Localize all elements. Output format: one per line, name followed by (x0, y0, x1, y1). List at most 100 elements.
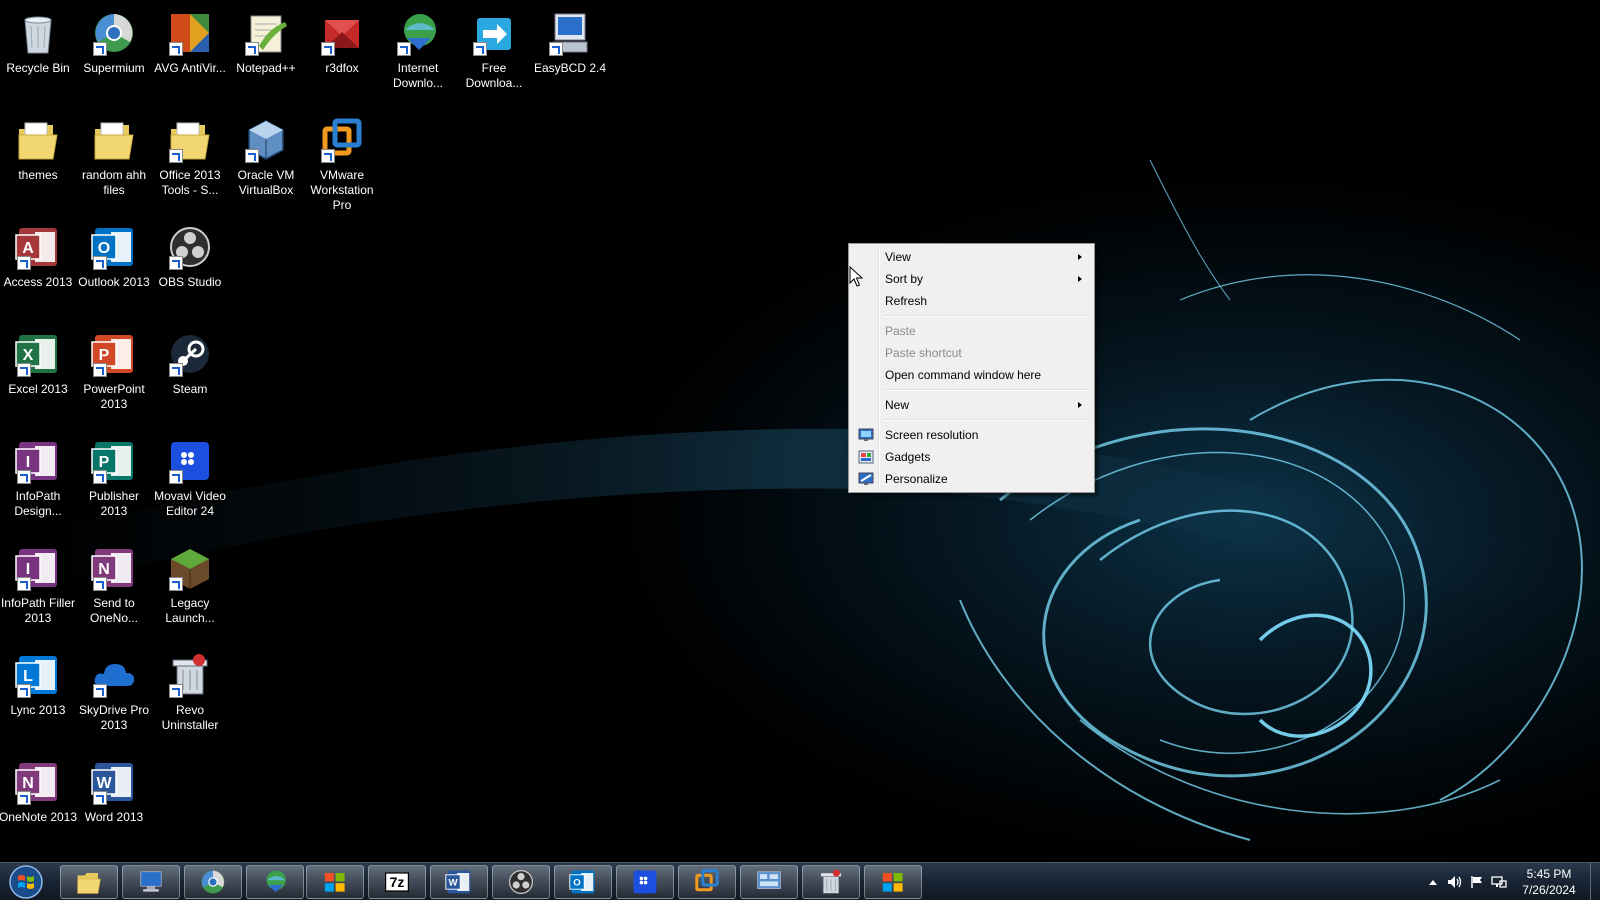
desktop-shortcut[interactable]: W Word 2013 (77, 757, 151, 825)
shortcut-arrow-icon (17, 577, 31, 591)
menu-item-paste[interactable]: Paste (851, 320, 1092, 342)
system-tray: 5:45 PM 7/26/2024 (1422, 863, 1588, 900)
shortcut-arrow-icon (17, 470, 31, 484)
desktop-shortcut[interactable]: Office 2013 Tools - S... (153, 115, 227, 198)
infopath-icon: I (13, 436, 63, 486)
computer-icon (136, 867, 166, 897)
desktop-shortcut[interactable]: VMware Workstation Pro (305, 115, 379, 213)
menu-item-personalize[interactable]: Personalize (851, 468, 1092, 490)
action-center-flag-icon[interactable] (1466, 871, 1488, 893)
desktop-shortcut[interactable]: L Lync 2013 (1, 650, 75, 718)
desktop-shortcut[interactable]: AVG AntiVir... (153, 8, 227, 76)
desktop-shortcut[interactable]: I InfoPath Design... (1, 436, 75, 519)
taskbar-button[interactable] (306, 865, 364, 899)
taskbar-clock[interactable]: 5:45 PM 7/26/2024 (1510, 866, 1588, 898)
start-button[interactable] (4, 864, 48, 900)
desktop-shortcut[interactable]: O Outlook 2013 (77, 222, 151, 290)
taskbar-button[interactable] (864, 865, 922, 899)
desktop-shortcut-label: SkyDrive Pro 2013 (78, 703, 149, 732)
taskbar-button[interactable] (184, 865, 242, 899)
send-to-onenote-icon: N (89, 543, 139, 593)
desktop-shortcut-label: Recycle Bin (6, 61, 70, 75)
menu-item-sort-by[interactable]: Sort by (851, 268, 1092, 290)
excel-icon: X (13, 329, 63, 379)
svg-text:I: I (26, 561, 30, 578)
desktop-shortcut-label: themes (18, 168, 58, 182)
shortcut-arrow-icon (93, 577, 107, 591)
desktop-shortcut-label: Steam (172, 382, 208, 396)
desktop-shortcut[interactable]: Free Downloa... (457, 8, 531, 91)
file-explorer-icon (74, 867, 104, 897)
menu-item-paste-shortcut-label: Paste shortcut (885, 346, 962, 360)
menu-separator (884, 386, 1090, 394)
taskbar-button[interactable] (246, 865, 304, 899)
desktop-shortcut[interactable]: N Send to OneNo... (77, 543, 151, 626)
taskbar-button[interactable]: W (430, 865, 488, 899)
desktop-shortcut[interactable]: random ahh files (77, 115, 151, 198)
desktop-shortcut[interactable]: Steam (153, 329, 227, 397)
shortcut-arrow-icon (549, 42, 563, 56)
desktop-shortcut[interactable]: EasyBCD 2.4 (533, 8, 607, 76)
desktop-shortcut[interactable]: r3dfox (305, 8, 379, 76)
taskbar-button[interactable] (740, 865, 798, 899)
menu-item-paste-label: Paste (885, 324, 916, 338)
show-desktop-button[interactable] (1590, 863, 1600, 900)
taskbar-button[interactable] (802, 865, 860, 899)
menu-item-new[interactable]: New (851, 394, 1092, 416)
taskbar-button[interactable] (492, 865, 550, 899)
menu-item-refresh[interactable]: Refresh (851, 290, 1092, 312)
desktop-shortcut[interactable]: Notepad++ (229, 8, 303, 76)
desktop-shortcut-label: r3dfox (325, 61, 359, 75)
show-hidden-icons-icon[interactable] (1422, 871, 1444, 893)
shortcut-arrow-icon (473, 42, 487, 56)
control-panel-icon (754, 867, 784, 897)
desktop-shortcut[interactable]: Internet Downlo... (381, 8, 455, 91)
svg-text:W: W (96, 775, 112, 792)
shortcut-arrow-icon (93, 470, 107, 484)
network-icon[interactable] (1488, 871, 1510, 893)
desktop-shortcut[interactable]: A Access 2013 (1, 222, 75, 290)
desktop-shortcut[interactable]: N OneNote 2013 (0, 757, 77, 825)
desktop-shortcut[interactable]: X Excel 2013 (1, 329, 75, 397)
desktop-shortcut[interactable]: OBS Studio (153, 222, 227, 290)
desktop-shortcut[interactable]: P Publisher 2013 (77, 436, 151, 519)
svg-text:P: P (99, 454, 110, 471)
desktop-shortcut[interactable]: themes (1, 115, 75, 183)
onenote-icon: N (13, 757, 63, 807)
desktop-shortcut[interactable]: Legacy Launch... (153, 543, 227, 626)
outlook-icon: O (89, 222, 139, 272)
menu-item-sort-by-label: Sort by (885, 272, 924, 286)
7zip-icon: 7z (382, 867, 412, 897)
menu-item-open-command-window[interactable]: Open command window here (851, 364, 1092, 386)
minecraft-icon (165, 543, 215, 593)
desktop-shortcut[interactable]: I InfoPath Filler 2013 (1, 543, 75, 626)
menu-item-screen-resolution[interactable]: Screen resolution (851, 424, 1092, 446)
desktop-shortcut[interactable]: P PowerPoint 2013 (77, 329, 151, 412)
desktop-shortcut[interactable]: Oracle VM VirtualBox (229, 115, 303, 198)
taskbar-button[interactable] (616, 865, 674, 899)
taskbar-button[interactable]: 7z (368, 865, 426, 899)
notepad-plus-plus-icon (241, 8, 291, 58)
taskbar-button[interactable] (122, 865, 180, 899)
shortcut-arrow-icon (17, 684, 31, 698)
desktop-shortcut[interactable]: SkyDrive Pro 2013 (77, 650, 151, 733)
menu-item-open-command-window-label: Open command window here (885, 368, 1042, 382)
desktop-shortcut-label: Excel 2013 (8, 382, 68, 396)
volume-icon[interactable] (1444, 871, 1466, 893)
taskbar-button[interactable] (678, 865, 736, 899)
desktop-shortcut[interactable]: Recycle Bin (1, 8, 75, 76)
folder-icon (165, 115, 215, 165)
word-icon: W (89, 757, 139, 807)
menu-item-personalize-label: Personalize (885, 472, 948, 486)
taskbar-button[interactable] (60, 865, 118, 899)
desktop[interactable]: Recycle Bin Supermium AVG AntiVir... Notepa… (0, 0, 1600, 862)
infopath-icon: I (13, 543, 63, 593)
desktop-shortcut[interactable]: Revo Uninstaller (153, 650, 227, 733)
desktop-shortcut[interactable]: Movavi Video Editor 24 (153, 436, 227, 519)
menu-item-view[interactable]: View (851, 246, 1092, 268)
taskbar-button[interactable]: O (554, 865, 612, 899)
menu-separator (884, 312, 1090, 320)
menu-item-paste-shortcut[interactable]: Paste shortcut (851, 342, 1092, 364)
menu-item-gadgets[interactable]: Gadgets (851, 446, 1092, 468)
desktop-shortcut[interactable]: Supermium (77, 8, 151, 76)
